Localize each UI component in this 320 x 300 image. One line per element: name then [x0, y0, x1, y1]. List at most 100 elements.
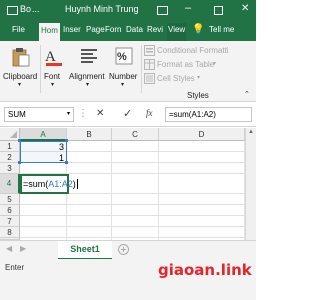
tab-review[interactable]: Revi	[147, 25, 163, 34]
insert-function-icon[interactable]: fx	[146, 108, 153, 118]
tab-data[interactable]: Data	[126, 25, 143, 34]
ribbon-separator	[141, 45, 142, 93]
collapse-ribbon-icon[interactable]: ⌃	[244, 90, 250, 98]
format-as-table-button[interactable]: Format as Table ▾	[143, 59, 256, 71]
tab-file[interactable]: File	[12, 25, 25, 34]
row-header-7[interactable]: 7	[0, 216, 20, 227]
sheet-tab-sheet1[interactable]: Sheet1	[58, 241, 112, 260]
tell-me-box[interactable]: Tell me	[209, 25, 234, 34]
clipboard-button[interactable]: Clipboard ▾	[3, 45, 39, 89]
workbook-name-ellipsis: ...	[32, 4, 40, 14]
cell-styles-button[interactable]: Cell Styles ▾	[143, 73, 256, 85]
row-header-8[interactable]: 8	[0, 227, 20, 238]
enter-icon[interactable]: ✓	[123, 107, 132, 120]
sheet-tabs-bar: ◀ ▶ Sheet1	[0, 240, 256, 260]
cancel-icon[interactable]: ✕	[96, 108, 104, 119]
formula-text: =sum(A1:A2)	[169, 110, 216, 119]
name-box[interactable]: SUM ▾	[4, 107, 74, 122]
cell-a4-formula-start: =sum(	[23, 179, 49, 189]
scroll-sheets-right-icon[interactable]: ▶	[20, 244, 26, 253]
conditional-formatting-button[interactable]: Conditional Formatti	[143, 45, 256, 57]
clipboard-dropdown-icon: ▾	[18, 82, 22, 88]
formula-bar: SUM ▾ ⋮ ✕ ✓ fx =sum(A1:A2)	[0, 103, 256, 127]
cell-a1[interactable]: 3	[20, 142, 64, 152]
column-header-a[interactable]: A	[20, 128, 67, 141]
clipboard-icon	[12, 48, 30, 67]
vertical-scrollbar[interactable]: ▲	[245, 128, 256, 240]
row-header-6[interactable]: 6	[0, 205, 20, 216]
status-bar: Enter giaoan.link	[0, 259, 256, 300]
tab-formulas[interactable]: Forn	[105, 25, 121, 34]
cell-styles-dropdown-icon: ▾	[197, 75, 201, 81]
svg-text:%: %	[117, 51, 127, 63]
conditional-formatting-icon	[144, 45, 155, 56]
scroll-sheets-left-icon[interactable]: ◀	[6, 244, 12, 253]
active-cell-a4[interactable]: =sum(A1:A2)	[20, 174, 78, 194]
tab-insert[interactable]: Inser	[63, 25, 81, 34]
ribbon-separator	[40, 45, 41, 93]
cell-styles-icon	[144, 73, 155, 84]
ribbon-display-options-icon[interactable]	[157, 6, 168, 15]
name-box-value: SUM	[8, 110, 26, 119]
row-header-4[interactable]: 4	[0, 174, 20, 194]
minimize-icon[interactable]: –	[185, 2, 191, 14]
cell-styles-label: Cell Styles	[157, 74, 195, 83]
cell-a2[interactable]: 1	[20, 153, 64, 163]
row-header-3[interactable]: 3	[0, 163, 20, 174]
text-cursor	[76, 179, 78, 189]
status-mode: Enter	[5, 263, 25, 272]
cell-a4-reference: A1:A2	[48, 179, 73, 189]
styles-group-label: Styles	[187, 91, 209, 100]
gridline	[20, 204, 245, 205]
name-box-dropdown-icon[interactable]: ▾	[67, 110, 70, 117]
user-name[interactable]: Huynh Minh Trung	[65, 4, 139, 14]
ribbon: Clipboard ▾ A Font ▾ Alignment ▾ % Numbe…	[0, 41, 256, 102]
font-icon: A	[45, 49, 62, 66]
font-button[interactable]: A Font ▾	[42, 45, 66, 89]
format-as-table-dropdown-icon: ▾	[213, 61, 217, 67]
watermark: giaoan.link	[158, 261, 252, 279]
formula-input[interactable]: =sum(A1:A2)	[165, 107, 252, 122]
alignment-button[interactable]: Alignment ▾	[69, 45, 109, 89]
number-dropdown-icon: ▾	[121, 82, 125, 88]
row-header-5[interactable]: 5	[0, 194, 20, 205]
worksheet-grid[interactable]: A B C D 1 2 3 4 5 6 7 8 9 3 1 =sum(A1:A2…	[0, 128, 256, 240]
new-sheet-icon[interactable]	[118, 244, 129, 255]
close-icon[interactable]: ✕	[241, 3, 249, 14]
title-bar: Bo ... Huynh Minh Trung – ✕	[0, 0, 256, 21]
scroll-up-icon[interactable]: ▲	[248, 129, 254, 135]
select-all-icon	[10, 131, 17, 138]
workbook-name: Bo	[20, 4, 32, 14]
cell-a4-editor[interactable]: =sum(A1:A2)	[23, 179, 78, 189]
tab-view[interactable]: View	[167, 23, 187, 41]
row-header-2[interactable]: 2	[0, 152, 20, 163]
tab-home[interactable]: Hom	[39, 23, 60, 41]
clipboard-label: Clipboard	[3, 72, 38, 81]
format-as-table-label: Format as Table	[157, 60, 215, 69]
select-all-corner[interactable]	[0, 128, 20, 141]
format-as-table-icon	[144, 59, 155, 70]
column-header-c[interactable]: C	[112, 128, 159, 141]
ribbon-tabs: File Hom Inser Page Forn Data Revi View …	[0, 21, 256, 41]
more-options-icon[interactable]: ⋮	[78, 108, 88, 119]
range-handle[interactable]	[65, 161, 68, 164]
column-header-b[interactable]: B	[67, 128, 112, 141]
number-button[interactable]: % Number ▾	[108, 45, 140, 89]
gridline	[20, 237, 245, 238]
restore-icon[interactable]	[214, 6, 223, 15]
column-header-d[interactable]: D	[159, 128, 245, 141]
range-handle[interactable]	[65, 139, 68, 142]
svg-text:A: A	[45, 49, 56, 65]
alignment-label: Alignment	[69, 72, 105, 81]
row-header-1[interactable]: 1	[0, 141, 20, 152]
font-label: Font	[44, 72, 61, 81]
conditional-formatting-label: Conditional Formatti	[157, 46, 229, 55]
tab-page-layout[interactable]: Page	[86, 25, 105, 34]
number-label: Number	[109, 72, 138, 81]
excel-save-icon[interactable]	[7, 6, 18, 15]
lightbulb-icon: 💡	[192, 24, 205, 35]
alignment-dropdown-icon: ▾	[86, 82, 90, 88]
number-format-icon: %	[115, 47, 133, 65]
gridline	[20, 226, 245, 227]
cell-a4-formula-end: )	[72, 179, 76, 189]
